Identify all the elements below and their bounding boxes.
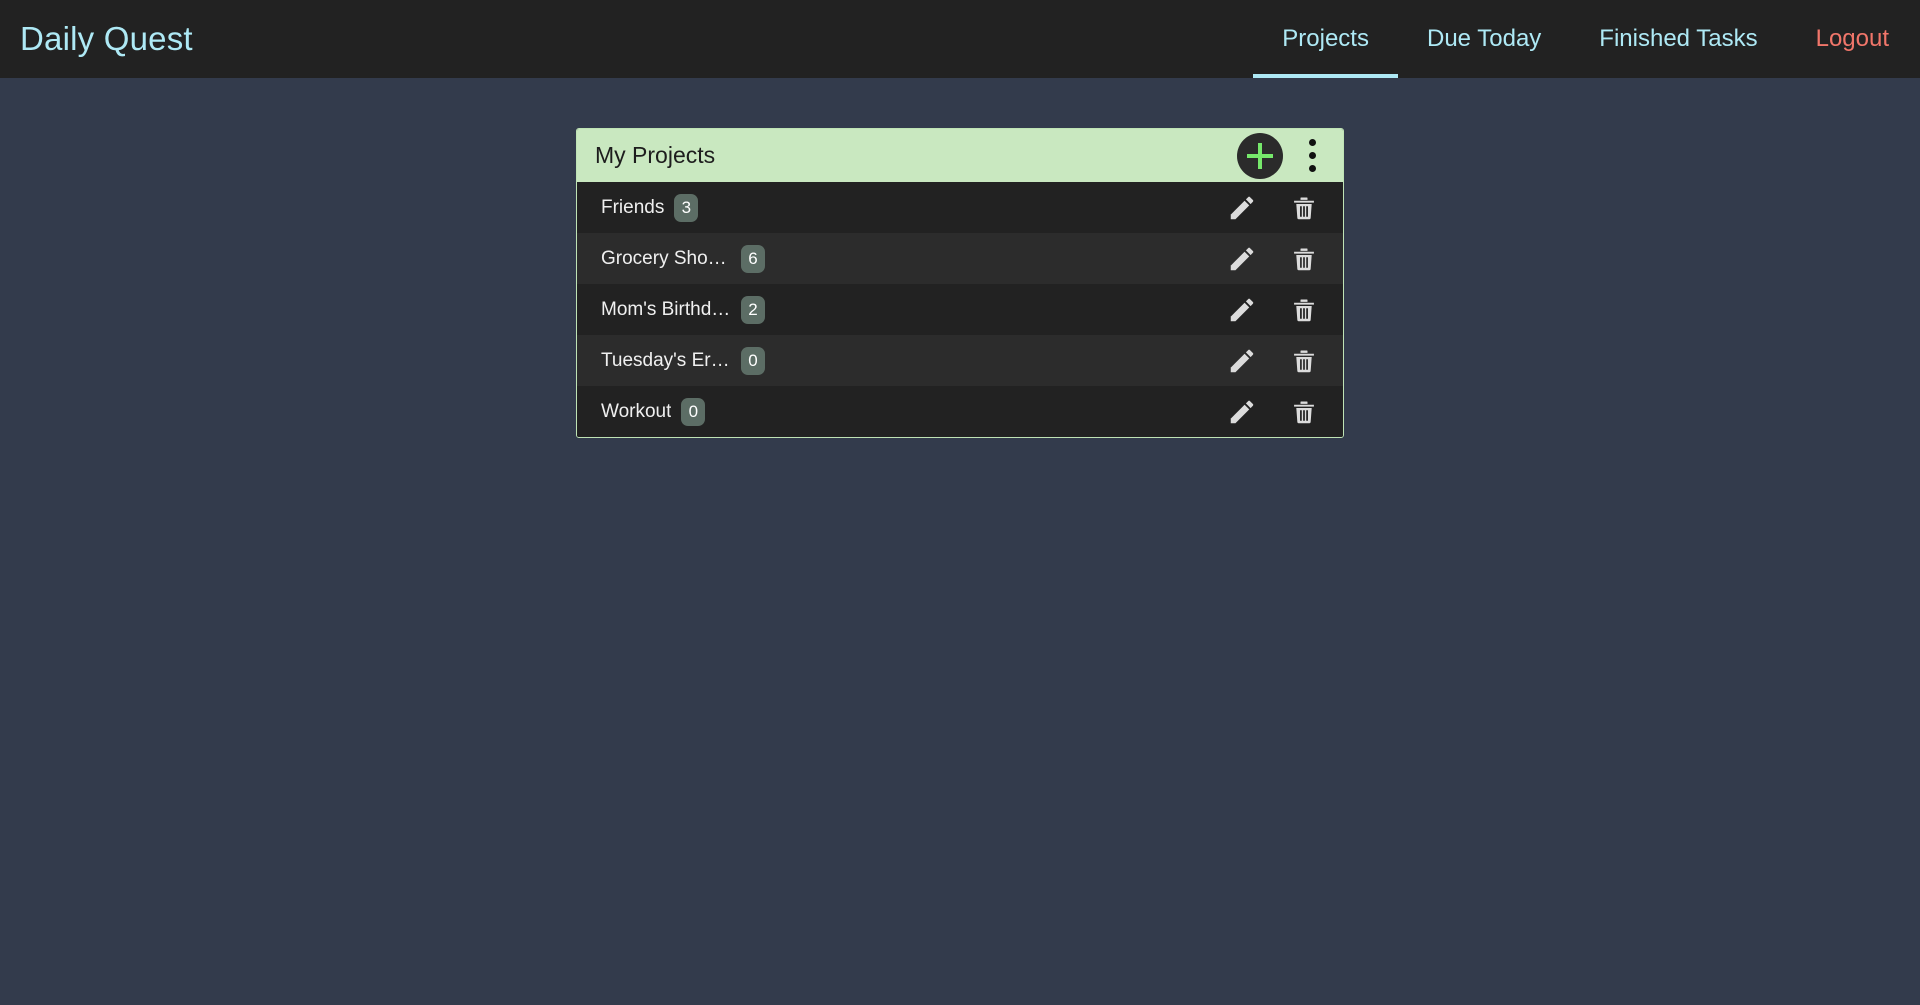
- project-name: Workout: [601, 401, 671, 423]
- project-name: Friends: [601, 197, 664, 219]
- project-row[interactable]: Workout 0: [577, 386, 1343, 437]
- app-brand: Daily Quest: [0, 0, 193, 78]
- delete-project-button[interactable]: [1287, 242, 1321, 276]
- project-task-count-badge: 3: [674, 194, 698, 222]
- trash-icon: [1290, 296, 1318, 324]
- nav-link-projects[interactable]: Projects: [1253, 0, 1398, 78]
- edit-project-button[interactable]: [1225, 344, 1259, 378]
- project-row-main: Grocery Shopp… 6: [601, 245, 1225, 273]
- kebab-dot-icon: [1309, 165, 1316, 172]
- project-row-actions: [1225, 242, 1321, 276]
- pencil-icon: [1227, 397, 1257, 427]
- kebab-dot-icon: [1309, 152, 1316, 159]
- project-row-main: Tuesday's Err… 0: [601, 347, 1225, 375]
- project-row-actions: [1225, 344, 1321, 378]
- project-row[interactable]: Tuesday's Err… 0: [577, 335, 1343, 386]
- project-task-count-badge: 2: [741, 296, 765, 324]
- edit-project-button[interactable]: [1225, 242, 1259, 276]
- project-task-count-badge: 6: [741, 245, 765, 273]
- project-name: Tuesday's Err…: [601, 350, 731, 372]
- kebab-dot-icon: [1309, 139, 1316, 146]
- trash-icon: [1290, 194, 1318, 222]
- project-name: Mom's Birthda…: [601, 299, 731, 321]
- delete-project-button[interactable]: [1287, 395, 1321, 429]
- edit-project-button[interactable]: [1225, 395, 1259, 429]
- top-navbar: Daily Quest Projects Due Today Finished …: [0, 0, 1920, 78]
- projects-list: Friends 3: [577, 182, 1343, 437]
- projects-card: My Projects Friends 3: [576, 128, 1344, 438]
- page-title: My Projects: [595, 142, 1237, 169]
- more-options-button[interactable]: [1299, 133, 1325, 179]
- delete-project-button[interactable]: [1287, 344, 1321, 378]
- project-row[interactable]: Grocery Shopp… 6: [577, 233, 1343, 284]
- trash-icon: [1290, 245, 1318, 273]
- project-row[interactable]: Friends 3: [577, 182, 1343, 233]
- project-task-count-badge: 0: [681, 398, 705, 426]
- project-row-actions: [1225, 395, 1321, 429]
- trash-icon: [1290, 398, 1318, 426]
- plus-icon: [1247, 143, 1273, 169]
- edit-project-button[interactable]: [1225, 191, 1259, 225]
- nav-link-due-today[interactable]: Due Today: [1398, 0, 1570, 78]
- project-name: Grocery Shopp…: [601, 248, 731, 270]
- project-task-count-badge: 0: [741, 347, 765, 375]
- logout-link[interactable]: Logout: [1787, 0, 1892, 78]
- pencil-icon: [1227, 193, 1257, 223]
- pencil-icon: [1227, 295, 1257, 325]
- pencil-icon: [1227, 244, 1257, 274]
- main-content: My Projects Friends 3: [0, 78, 1920, 438]
- edit-project-button[interactable]: [1225, 293, 1259, 327]
- project-row-main: Workout 0: [601, 398, 1225, 426]
- projects-card-header: My Projects: [577, 129, 1343, 182]
- project-row-main: Mom's Birthda… 2: [601, 296, 1225, 324]
- add-project-button[interactable]: [1237, 133, 1283, 179]
- project-row-main: Friends 3: [601, 194, 1225, 222]
- project-row-actions: [1225, 293, 1321, 327]
- pencil-icon: [1227, 346, 1257, 376]
- nav-link-finished-tasks[interactable]: Finished Tasks: [1570, 0, 1786, 78]
- delete-project-button[interactable]: [1287, 293, 1321, 327]
- delete-project-button[interactable]: [1287, 191, 1321, 225]
- project-row-actions: [1225, 191, 1321, 225]
- primary-nav: Projects Due Today Finished Tasks Logout: [1253, 0, 1892, 78]
- project-row[interactable]: Mom's Birthda… 2: [577, 284, 1343, 335]
- trash-icon: [1290, 347, 1318, 375]
